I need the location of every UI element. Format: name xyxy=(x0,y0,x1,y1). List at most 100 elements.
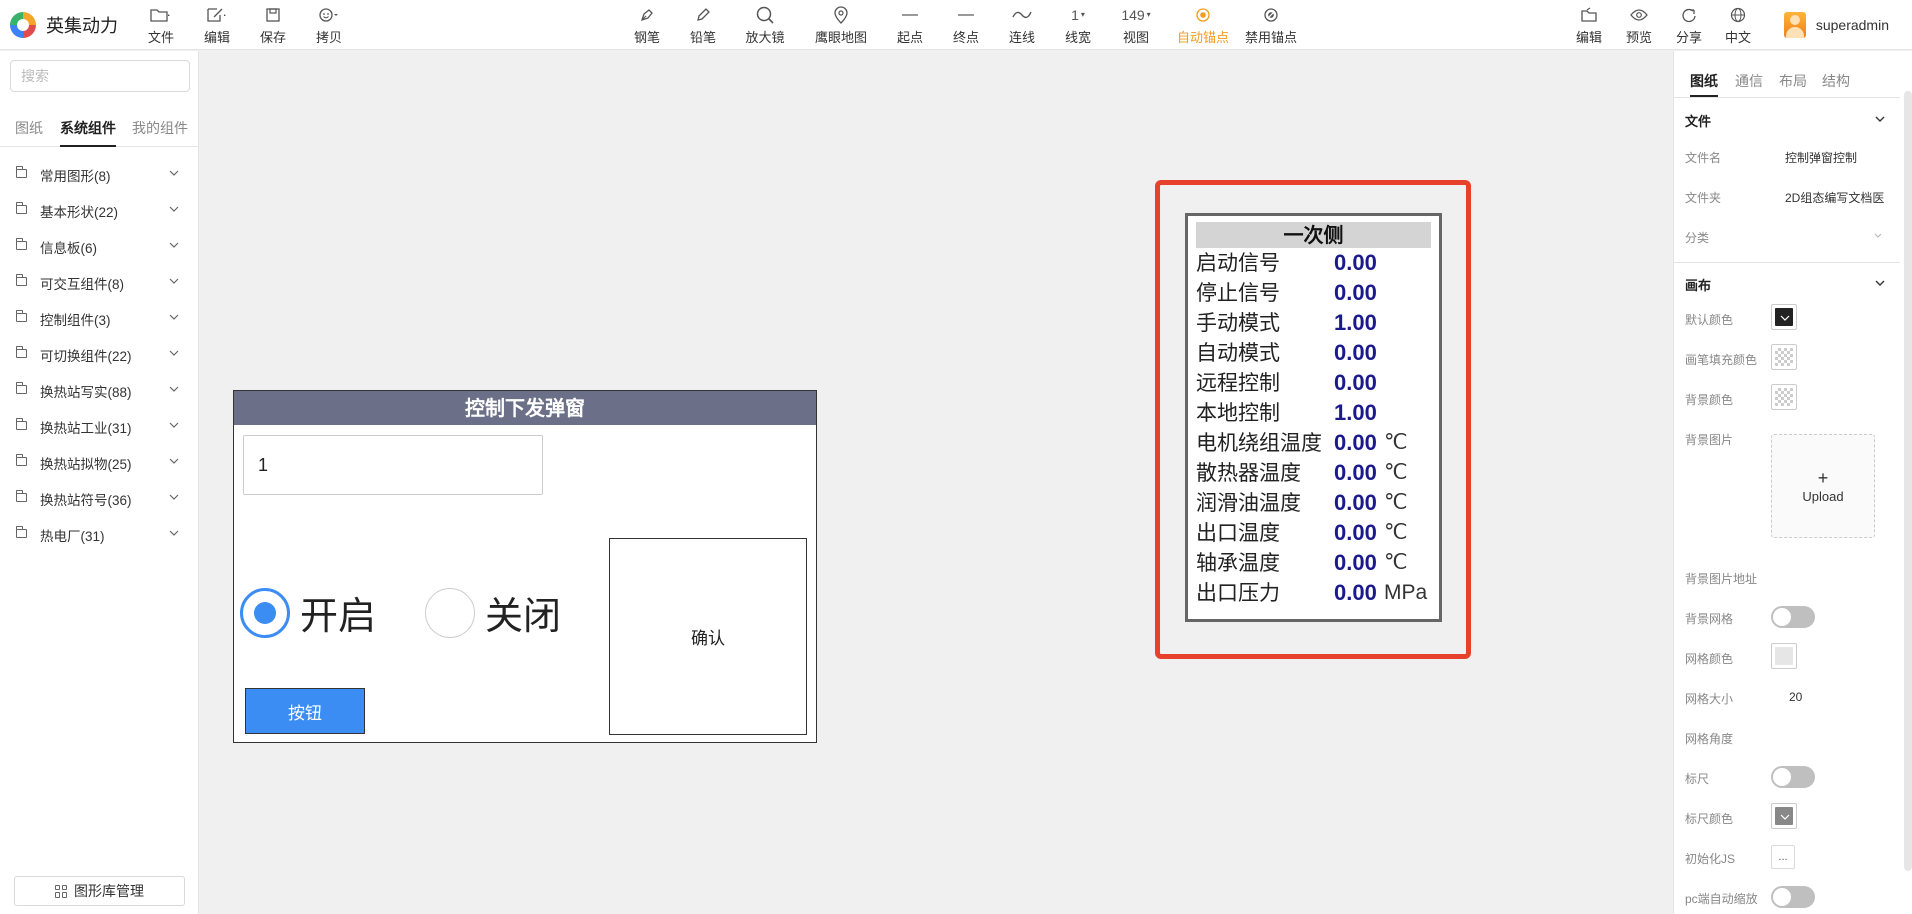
bg-color-swatch[interactable] xyxy=(1771,384,1797,410)
tab-system-components[interactable]: 系统组件 xyxy=(60,115,116,147)
category-item[interactable]: 可交互组件(8) xyxy=(0,264,199,300)
edit-mode-button[interactable]: 编辑 xyxy=(1575,4,1603,46)
radio-unchecked-icon xyxy=(425,587,475,638)
chevron-down-icon xyxy=(169,530,179,536)
pc-auto-zoom-toggle[interactable] xyxy=(1771,886,1815,908)
chevron-down-icon xyxy=(169,494,179,500)
tab-my-components[interactable]: 我的组件 xyxy=(132,115,188,147)
preview-button[interactable]: 预览 xyxy=(1625,4,1653,46)
properties-tabs: 图纸 通信 布局 结构 xyxy=(1674,51,1912,97)
control-dialog-component[interactable]: 控制下发弹窗 开启 关闭 确认 按钮 xyxy=(233,390,817,743)
edit-folder-icon xyxy=(1580,4,1598,25)
confirm-button[interactable]: 确认 xyxy=(609,538,807,735)
pencil-tool-button[interactable]: 铅笔 xyxy=(689,4,717,46)
tab-layout[interactable]: 布局 xyxy=(1779,71,1807,91)
category-label: 常用图形(8) xyxy=(40,169,111,184)
anchor-icon xyxy=(1195,4,1211,25)
app-name: 英集动力 xyxy=(46,16,118,36)
category-item[interactable]: 基本形状(22) xyxy=(0,192,199,228)
connect-line-button[interactable]: 连线 xyxy=(1008,4,1036,46)
category-item[interactable]: 可切换组件(22) xyxy=(0,336,199,372)
file-name-label: 文件名 xyxy=(1685,151,1722,165)
default-color-swatch[interactable] xyxy=(1771,304,1797,330)
magnifier-tool-button[interactable]: 放大镜 xyxy=(744,4,786,46)
chevron-down-icon xyxy=(1780,315,1790,321)
info-panel-rows: 启动信号 0.00 停止信号 0.00 手动模式 1.00 自动模式 0.00 远程控制 0.00… xyxy=(1196,248,1431,608)
copy-menu-button[interactable]: 拷贝 xyxy=(316,4,342,46)
user-menu[interactable]: superadmin xyxy=(1783,12,1889,38)
row-name: 自动模式 xyxy=(1196,341,1280,365)
category-item[interactable]: 控制组件(3) xyxy=(0,300,199,336)
grid-size-value[interactable]: 20 xyxy=(1789,690,1802,704)
radio-on[interactable]: 开启 xyxy=(240,585,376,640)
pencil-icon xyxy=(695,4,711,25)
category-label: 换热站符号(36) xyxy=(40,493,132,508)
dialog-title: 控制下发弹窗 xyxy=(234,391,816,425)
category-label: 换热站工业(31) xyxy=(40,421,132,436)
search-input[interactable] xyxy=(10,60,190,92)
category-item[interactable]: 换热站写实(88) xyxy=(0,372,199,408)
info-panel-row: 出口压力 0.00 MPa xyxy=(1196,578,1431,608)
init-js-button[interactable]: ... xyxy=(1771,845,1795,869)
category-dropdown-icon[interactable] xyxy=(1873,231,1883,241)
share-button[interactable]: 分享 xyxy=(1675,4,1703,46)
category-item[interactable]: 热电厂(31) xyxy=(0,516,199,552)
line-start-button[interactable]: 起点 xyxy=(896,4,924,46)
language-button[interactable]: 中文 xyxy=(1724,4,1752,46)
row-value: 0.00 xyxy=(1334,580,1377,605)
info-panel-component[interactable]: 一次侧 启动信号 0.00 停止信号 0.00 手动模式 1.00 自动模式 0.00 远程控制… xyxy=(1185,213,1442,622)
disable-anchor-button[interactable]: 禁用锚点 xyxy=(1244,4,1298,46)
eagle-eye-map-button[interactable]: 鹰眼地图 xyxy=(814,4,868,46)
pen-fill-color-swatch[interactable] xyxy=(1771,344,1797,370)
bg-image-upload[interactable]: + Upload xyxy=(1771,434,1875,538)
tab-drawing[interactable]: 图纸 xyxy=(1690,71,1718,97)
dialog-value-input[interactable] xyxy=(243,435,543,495)
line-end-button[interactable]: 终点 xyxy=(952,4,980,46)
folder-icon xyxy=(16,382,27,394)
category-item[interactable]: 换热站拟物(25) xyxy=(0,444,199,480)
row-unit: ℃ xyxy=(1384,521,1408,544)
bg-grid-toggle[interactable] xyxy=(1771,606,1815,628)
tab-communication[interactable]: 通信 xyxy=(1735,71,1763,91)
transparent-swatch-icon xyxy=(1775,348,1793,366)
file-name-value[interactable]: 控制弹窗控制 xyxy=(1785,149,1857,166)
properties-panel: 图纸 通信 布局 结构 文件 文件名 控制弹窗控制 文件夹 2D组态编写文档医 … xyxy=(1673,51,1912,914)
ruler-toggle[interactable] xyxy=(1771,766,1815,788)
line-width-select[interactable]: 1 ▾ 线宽 xyxy=(1064,4,1092,46)
radio-off[interactable]: 关闭 xyxy=(425,585,561,640)
properties-scrollbar[interactable] xyxy=(1904,91,1912,871)
category-item[interactable]: 换热站工业(31) xyxy=(0,408,199,444)
chevron-down-icon xyxy=(1875,280,1885,286)
tab-structure[interactable]: 结构 xyxy=(1822,71,1850,91)
folder-value[interactable]: 2D组态编写文档医 xyxy=(1785,189,1884,206)
category-label: 信息板(6) xyxy=(40,241,97,256)
category-item[interactable]: 换热站符号(36) xyxy=(0,480,199,516)
pen-tool-button[interactable]: 钢笔 xyxy=(633,4,661,46)
folder-icon xyxy=(16,346,27,358)
edit-menu-button[interactable]: 编辑 xyxy=(204,4,230,46)
auto-anchor-button[interactable]: 自动锚点 xyxy=(1176,4,1230,46)
grid-color-swatch[interactable] xyxy=(1771,643,1797,669)
row-name: 手动模式 xyxy=(1196,311,1280,335)
view-zoom-select[interactable]: 149 ▾ 视图 xyxy=(1120,4,1152,46)
tab-drawings[interactable]: 图纸 xyxy=(15,115,43,147)
folder-icon xyxy=(16,202,27,214)
folder-label: 文件夹 xyxy=(1685,191,1722,205)
ruler-color-swatch[interactable] xyxy=(1771,803,1797,829)
info-panel-row: 启动信号 0.00 xyxy=(1196,248,1431,278)
category-item[interactable]: 常用图形(8) xyxy=(0,156,199,192)
category-item[interactable]: 信息板(6) xyxy=(0,228,199,264)
globe-icon xyxy=(1730,4,1746,25)
info-panel-row: 电机绕组温度 0.00 ℃ xyxy=(1196,428,1431,458)
row-name: 轴承温度 xyxy=(1196,551,1280,575)
pc-auto-zoom-label: pc端自动缩放 xyxy=(1685,892,1758,906)
file-section-header[interactable]: 文件 xyxy=(1674,109,1900,131)
canvas-section-header[interactable]: 画布 xyxy=(1674,273,1900,295)
folder-icon xyxy=(16,238,27,250)
share-icon xyxy=(1681,4,1697,25)
save-button[interactable]: 保存 xyxy=(260,4,286,46)
file-menu-button[interactable]: 文件 xyxy=(148,4,174,46)
library-manage-button[interactable]: 图形库管理 xyxy=(14,876,185,906)
row-unit: ℃ xyxy=(1384,551,1408,574)
primary-button[interactable]: 按钮 xyxy=(245,688,365,734)
